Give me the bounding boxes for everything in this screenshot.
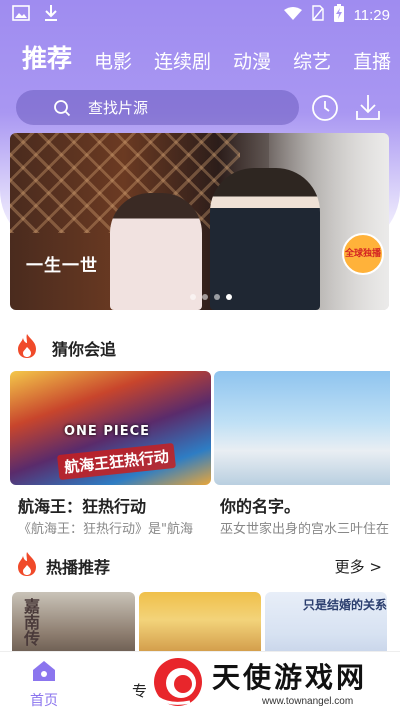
gallery-notification-icon bbox=[12, 5, 30, 25]
watermark-text: 天使游戏网 bbox=[212, 661, 368, 694]
watermark-url: www.townangel.com bbox=[262, 696, 354, 707]
banner-badge: 全球独播 bbox=[342, 233, 384, 275]
guess-card-desc: 《航海王：狂热行动》是"航海 bbox=[18, 522, 193, 537]
nav-home[interactable]: 首页 bbox=[30, 660, 58, 710]
poster-title-text: 嘉南传 bbox=[21, 598, 40, 646]
search-placeholder: 查找片源 bbox=[88, 99, 149, 117]
no-sim-icon bbox=[311, 5, 324, 25]
poster-logo-text: ONE PIECE bbox=[64, 424, 151, 439]
guess-card-title[interactable]: 航海王：狂热行动 bbox=[18, 493, 208, 517]
tab-movies[interactable]: 电影 bbox=[94, 48, 132, 76]
flame-icon bbox=[16, 551, 38, 581]
nav-topic-label[interactable]: 专 bbox=[132, 680, 147, 701]
home-icon bbox=[32, 660, 56, 686]
category-tabs: 推荐 电影 连续剧 动漫 综艺 直播 bbox=[22, 36, 400, 76]
banner-actor bbox=[210, 168, 320, 310]
tab-live[interactable]: 直播 bbox=[353, 48, 391, 76]
guess-card-poster[interactable] bbox=[214, 371, 390, 485]
guess-section-header: 猜你会追 bbox=[16, 333, 116, 363]
poster-title-text: 航海王狂热行动 bbox=[57, 442, 177, 481]
status-time: 11:29 bbox=[353, 6, 390, 24]
flame-icon bbox=[16, 333, 38, 363]
featured-banner[interactable]: 一生一世 全球独播 bbox=[10, 133, 389, 310]
banner-actress bbox=[110, 193, 202, 310]
more-link[interactable]: 更多 > bbox=[335, 556, 382, 577]
banner-dot-active[interactable] bbox=[226, 294, 232, 300]
guess-card-desc: 巫女世家出身的宫水三叶住在 bbox=[220, 522, 390, 537]
guess-section-title: 猜你会追 bbox=[52, 340, 117, 359]
battery-charging-icon bbox=[333, 4, 344, 26]
watermark-logo-icon bbox=[150, 654, 206, 711]
download-icon bbox=[354, 95, 382, 127]
clock-icon bbox=[311, 95, 339, 126]
download-button[interactable] bbox=[354, 93, 382, 123]
hot-section-title: 热播推荐 bbox=[46, 558, 111, 577]
tab-anime[interactable]: 动漫 bbox=[233, 48, 271, 76]
download-notification-icon bbox=[44, 4, 58, 26]
guess-card-title[interactable]: 你的名字。 bbox=[220, 493, 390, 517]
guess-card-poster[interactable]: ONE PIECE 航海王狂热行动 bbox=[10, 371, 211, 485]
banner-dot[interactable] bbox=[202, 294, 208, 300]
banner-title: 一生一世 bbox=[26, 256, 98, 276]
tab-variety[interactable]: 综艺 bbox=[293, 48, 331, 76]
status-bar: 11:29 bbox=[0, 0, 400, 28]
history-button[interactable] bbox=[311, 94, 339, 122]
search-input[interactable]: 查找片源 bbox=[16, 90, 299, 125]
banner-dot[interactable] bbox=[190, 294, 196, 300]
nav-home-label: 首页 bbox=[30, 693, 58, 709]
tab-recommend[interactable]: 推荐 bbox=[22, 42, 72, 76]
poster-title-text: 只是结婚的关系 bbox=[303, 598, 387, 612]
tab-series[interactable]: 连续剧 bbox=[154, 48, 211, 76]
hot-section-header: 热播推荐 bbox=[16, 551, 110, 581]
banner-pagination bbox=[190, 294, 232, 300]
banner-dot[interactable] bbox=[214, 294, 220, 300]
search-icon bbox=[53, 99, 71, 121]
wifi-icon bbox=[283, 6, 302, 25]
site-watermark: 天使游戏网 www.townangel.com bbox=[150, 652, 398, 711]
